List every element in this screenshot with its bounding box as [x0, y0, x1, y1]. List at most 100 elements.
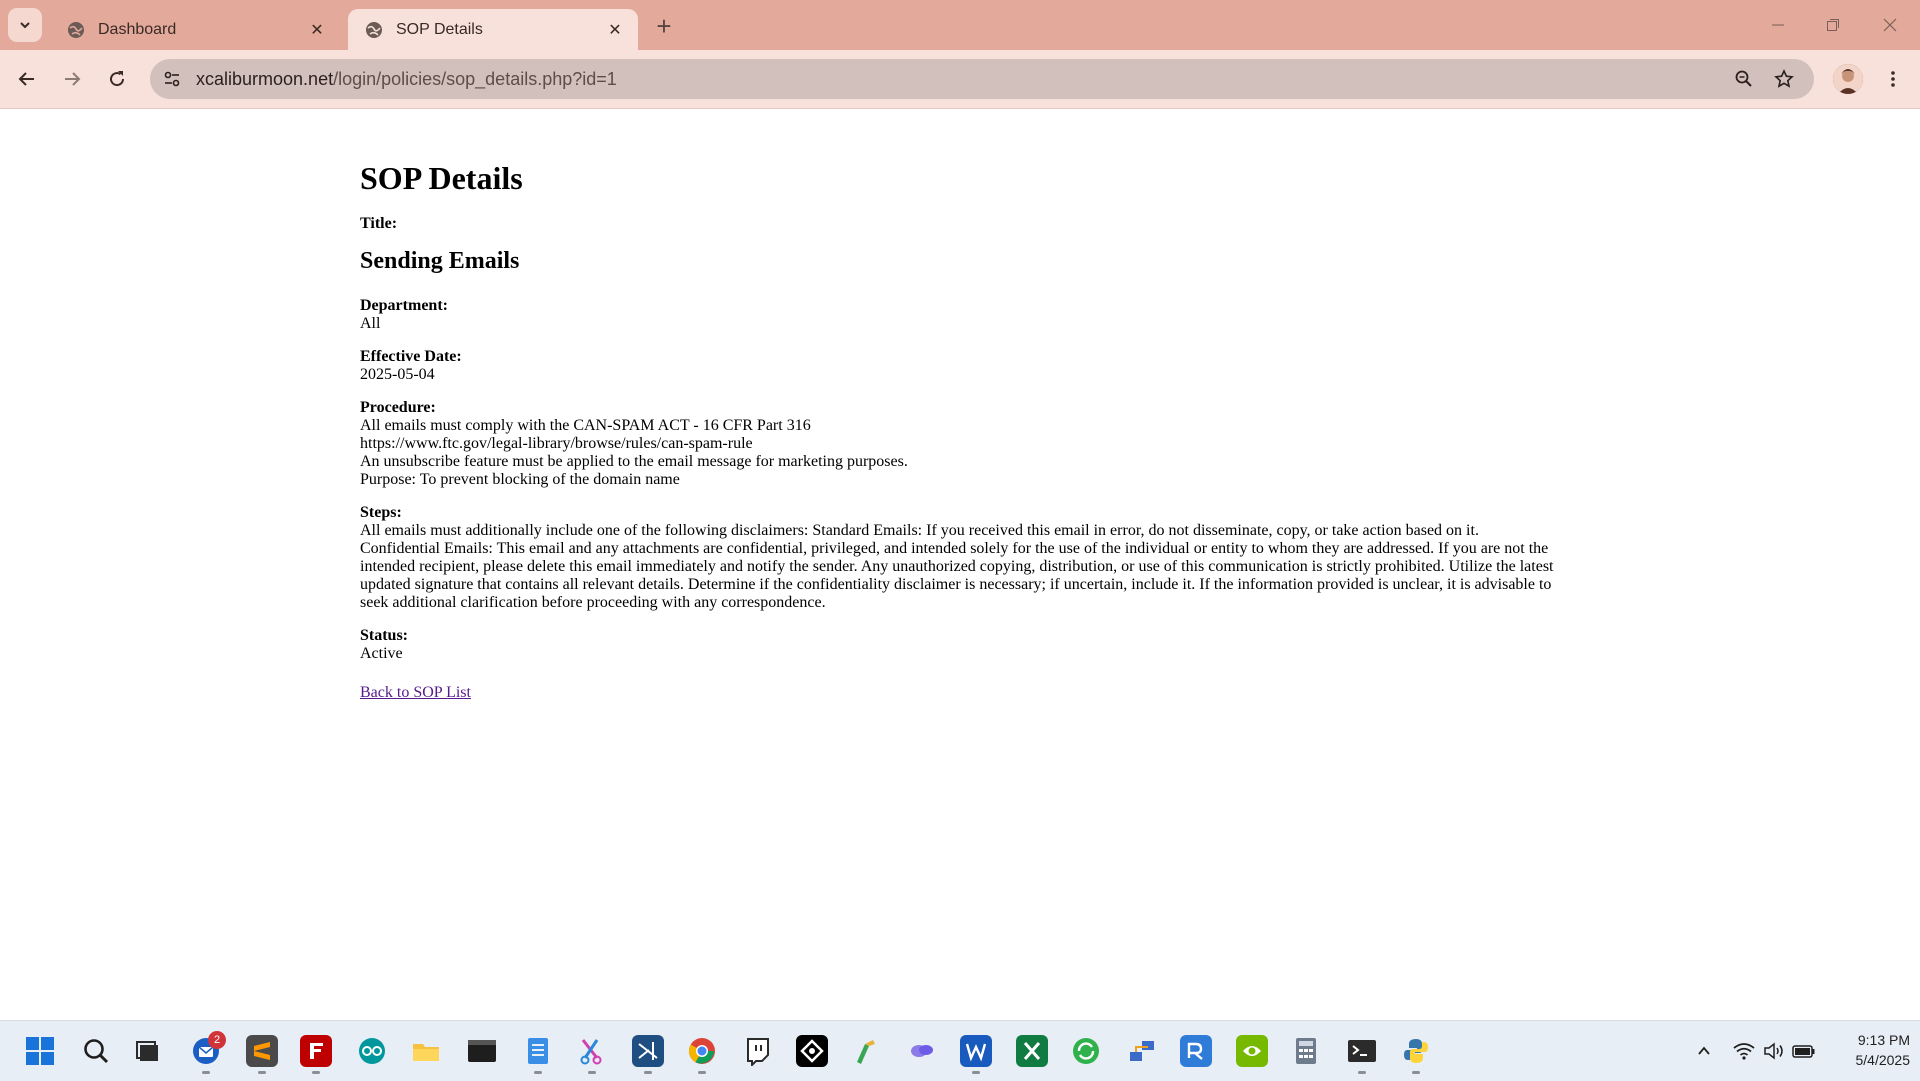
restore-button[interactable]: [1813, 10, 1853, 40]
browser-menu-button[interactable]: [1876, 62, 1910, 96]
star-icon[interactable]: [1774, 69, 1794, 89]
terminal-icon[interactable]: [466, 1035, 498, 1067]
minimize-icon: [1772, 24, 1784, 26]
running-indicator: [258, 1071, 266, 1074]
tab-search-button[interactable]: [8, 8, 42, 42]
running-indicator: [1412, 1071, 1420, 1074]
sublime-text-icon[interactable]: [246, 1035, 278, 1067]
sop-details-page: SOP Details Title: Sending Emails Depart…: [360, 109, 1560, 702]
tab-strip: Dashboard ✕ SOP Details ✕ +: [0, 0, 1920, 50]
running-indicator: [698, 1071, 706, 1074]
sync-icon[interactable]: [1070, 1035, 1102, 1067]
effective-date-label: Effective Date:: [360, 348, 462, 365]
system-clock[interactable]: 9:13 PM 5/4/2025: [1820, 1030, 1911, 1070]
site-info-icon[interactable]: [162, 69, 182, 89]
close-icon: [1883, 18, 1897, 32]
browser-toolbar: xcaliburmoon.net/login/policies/sop_deta…: [0, 50, 1920, 108]
task-view-icon[interactable]: [132, 1035, 164, 1067]
page-title: SOP Details: [360, 160, 523, 196]
status-field: Status: Active: [360, 627, 1560, 663]
close-icon[interactable]: ✕: [306, 19, 328, 41]
minimize-button[interactable]: [1758, 10, 1798, 40]
effective-date-field: Effective Date: 2025-05-04: [360, 348, 1560, 384]
close-icon[interactable]: ✕: [604, 19, 626, 41]
reload-icon: [110, 71, 125, 87]
windows-taskbar: [0, 1020, 1920, 1081]
procedure-line: Purpose: To prevent blocking of the doma…: [360, 471, 680, 488]
arrow-left-icon: [18, 72, 34, 86]
start-icon[interactable]: [24, 1035, 56, 1067]
avatar-image: [1833, 64, 1863, 94]
steps-label: Steps:: [360, 504, 402, 521]
twitch-icon[interactable]: [742, 1035, 774, 1067]
procedure-field: Procedure: All emails must comply with t…: [360, 399, 1560, 489]
tab-title: SOP Details: [396, 20, 483, 38]
paint-icon[interactable]: [850, 1035, 882, 1067]
steps-line: All emails must additionally include one…: [360, 522, 1479, 539]
sop-title: Sending Emails: [360, 248, 520, 274]
python-icon[interactable]: [1400, 1035, 1432, 1067]
inkscape-icon[interactable]: [796, 1035, 828, 1067]
effective-date-value: 2025-05-04: [360, 366, 435, 383]
file-explorer-icon[interactable]: [410, 1035, 442, 1067]
globe-icon: [68, 21, 84, 38]
battery-icon[interactable]: [1790, 1021, 1818, 1081]
close-window-button[interactable]: [1870, 10, 1910, 40]
volume-icon[interactable]: [1760, 1021, 1788, 1081]
network-icon[interactable]: [1126, 1035, 1158, 1067]
search-icon[interactable]: [80, 1035, 112, 1067]
zoom-icon[interactable]: [1734, 69, 1754, 89]
globe-icon: [366, 21, 382, 38]
chrome-icon[interactable]: [686, 1035, 718, 1067]
excel-icon[interactable]: [1016, 1035, 1048, 1067]
steps-line: Confidential Emails: This email and any …: [360, 540, 1554, 611]
department-field: Department: All: [360, 297, 1560, 333]
copilot-icon[interactable]: [906, 1035, 938, 1067]
url-path: /login/policies/sop_details.php?id=1: [333, 69, 617, 89]
procedure-line: https://www.ftc.gov/legal-library/browse…: [360, 435, 753, 452]
tab-sop-details[interactable]: SOP Details ✕: [348, 9, 638, 50]
running-indicator: [972, 1071, 980, 1074]
word-icon[interactable]: [960, 1035, 992, 1067]
department-value: All: [360, 315, 381, 332]
restore-icon: [1827, 19, 1839, 31]
department-label: Department:: [360, 297, 448, 314]
filezilla-icon[interactable]: [300, 1035, 332, 1067]
profile-avatar[interactable]: [1833, 64, 1863, 94]
notepad-icon[interactable]: [522, 1035, 554, 1067]
show-hidden-icons-button[interactable]: [1690, 1021, 1718, 1081]
calculator-icon[interactable]: [1290, 1035, 1322, 1067]
tab-title: Dashboard: [98, 20, 177, 38]
title-label: Title:: [360, 215, 398, 232]
tab-dashboard[interactable]: Dashboard ✕: [50, 9, 340, 50]
remote-desktop-icon[interactable]: [1180, 1035, 1212, 1067]
powershell-icon[interactable]: [1346, 1035, 1378, 1067]
running-indicator: [644, 1071, 652, 1074]
url-text[interactable]: xcaliburmoon.net/login/policies/sop_deta…: [196, 59, 617, 99]
clock-time: 9:13 PM: [1857, 1032, 1910, 1048]
status-value: Active: [360, 645, 403, 662]
back-to-sop-list-link[interactable]: Back to SOP List: [360, 684, 471, 702]
address-bar[interactable]: xcaliburmoon.net/login/policies/sop_deta…: [150, 59, 1814, 99]
running-indicator: [202, 1071, 210, 1074]
status-label: Status:: [360, 627, 409, 644]
procedure-line: An unsubscribe feature must be applied t…: [360, 453, 908, 470]
reload-button[interactable]: [100, 62, 134, 96]
running-indicator: [534, 1071, 542, 1074]
new-tab-button[interactable]: +: [650, 11, 678, 41]
running-indicator: [588, 1071, 596, 1074]
mail-notification-badge: 2: [208, 1031, 226, 1049]
running-indicator: [312, 1071, 320, 1074]
running-indicator: [1358, 1071, 1366, 1074]
procedure-label: Procedure:: [360, 399, 436, 416]
more-vertical-icon: [1891, 71, 1895, 87]
back-button[interactable]: [10, 62, 44, 96]
arduino-icon[interactable]: [356, 1035, 388, 1067]
visual-studio-icon[interactable]: [632, 1035, 664, 1067]
arrow-right-icon: [65, 72, 81, 86]
snipping-tool-icon[interactable]: [576, 1035, 608, 1067]
wifi-icon[interactable]: [1730, 1021, 1758, 1081]
nvidia-icon[interactable]: [1236, 1035, 1268, 1067]
forward-button[interactable]: [55, 62, 89, 96]
url-host: xcaliburmoon.net: [196, 69, 334, 89]
